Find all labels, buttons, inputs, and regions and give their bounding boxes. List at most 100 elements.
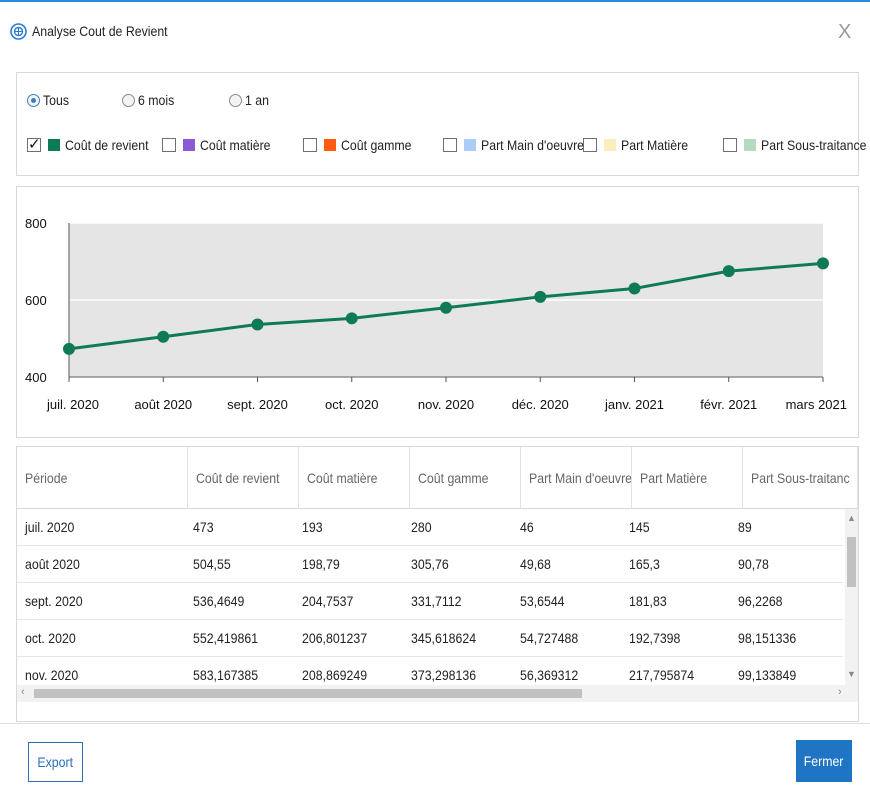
table-cell-value: 473 xyxy=(192,519,214,535)
table-cell: 280 xyxy=(403,509,512,545)
x-tick-label: oct. 2020 xyxy=(325,397,379,412)
column-header[interactable]: Part Matière xyxy=(632,447,743,509)
x-tick-label: déc. 2020 xyxy=(512,397,569,412)
table-cell: 99,133849 xyxy=(730,657,843,682)
table-cell: 198,79 xyxy=(294,546,403,582)
table-row[interactable]: juil. 2020 473 193 280 46 145 89 xyxy=(17,509,843,546)
table-cell-value: 305,76 xyxy=(410,556,449,572)
checkbox-label: Coût de revient xyxy=(65,137,149,153)
table-cell-value: 98,151336 xyxy=(738,630,797,646)
checkbox-part-matiere[interactable]: Part Matière xyxy=(583,135,697,155)
table-cell-value: 90,78 xyxy=(738,556,769,572)
column-header-label: Coût gamme xyxy=(418,470,489,486)
checkbox-label: Coût gamme xyxy=(341,137,412,153)
table-cell: 583,167385 xyxy=(185,657,294,682)
table-cell: 305,76 xyxy=(403,546,512,582)
table-cell-value: 54,727488 xyxy=(519,630,579,646)
y-tick-label: 800 xyxy=(25,216,47,231)
legend-swatch xyxy=(464,139,476,151)
radio-1-an[interactable]: 1 an xyxy=(229,91,272,109)
table-cell: nov. 2020 xyxy=(17,657,185,682)
column-header[interactable]: Coût gamme xyxy=(410,447,521,509)
checkbox-cout-matiere[interactable]: Coût matière xyxy=(162,135,280,155)
fermer-button-label: Fermer xyxy=(804,753,844,769)
table-cell: 373,298136 xyxy=(403,657,512,682)
table-cell-value: 280 xyxy=(410,519,432,535)
table-row[interactable]: nov. 2020 583,167385 208,869249 373,298136 5… xyxy=(17,657,843,682)
column-header-label: Part Matière xyxy=(640,470,708,486)
table-cell-value: 46 xyxy=(519,519,534,535)
scrollbar-thumb[interactable] xyxy=(847,537,856,587)
table-body: juil. 2020 473 193 280 46 145 89 août 2020 504,5… xyxy=(17,509,843,682)
table-cell: 53,6544 xyxy=(512,583,621,619)
close-icon[interactable]: X xyxy=(838,21,851,44)
checkbox-box xyxy=(27,135,41,153)
table-cell-value: 206,801237 xyxy=(301,630,368,646)
data-point xyxy=(628,282,641,295)
checkbox-label: Part Matière xyxy=(621,137,689,153)
y-tick-label: 400 xyxy=(25,370,47,385)
checkbox-label: Part Main d'oeuvre xyxy=(481,137,585,153)
data-point xyxy=(157,330,170,343)
table-cell: 204,7537 xyxy=(294,583,403,619)
column-header[interactable]: Part Main d'oeuvre xyxy=(521,447,632,509)
table-cell-value: 217,795874 xyxy=(629,667,695,682)
column-header[interactable]: Coût de revient xyxy=(188,447,299,509)
table-cell-value: 504,55 xyxy=(192,556,231,572)
data-point xyxy=(534,290,547,303)
vertical-scrollbar[interactable]: ▲ ▼ xyxy=(845,509,858,685)
table-cell-value: 198,79 xyxy=(301,556,340,572)
legend-swatch xyxy=(48,139,60,151)
table-cell: 206,801237 xyxy=(294,620,403,656)
data-point xyxy=(345,312,358,325)
table-cell-value: 181,83 xyxy=(629,593,667,609)
data-point xyxy=(251,318,264,331)
table-cell: 331,7112 xyxy=(403,583,512,619)
table-cell-value: 373,298136 xyxy=(410,667,477,682)
checkbox-cout-de-revient[interactable]: Coût de revient xyxy=(27,135,160,155)
x-tick-label: sept. 2020 xyxy=(227,397,288,412)
data-point xyxy=(817,257,829,270)
horizontal-scrollbar[interactable]: ‹ › xyxy=(17,685,858,702)
table-cell: 54,727488 xyxy=(512,620,621,656)
legend-swatch xyxy=(324,139,336,151)
table-cell: 49,68 xyxy=(512,546,621,582)
table-cell-value: 49,68 xyxy=(519,556,551,572)
scroll-down-icon[interactable]: ▼ xyxy=(847,669,856,679)
column-header[interactable]: Coût matière xyxy=(299,447,410,509)
scroll-left-icon[interactable]: ‹ xyxy=(21,686,25,698)
x-tick-label: mars 2021 xyxy=(786,397,847,412)
table-row[interactable]: sept. 2020 536,4649 204,7537 331,7112 53,654… xyxy=(17,583,843,620)
table-row[interactable]: oct. 2020 552,419861 206,801237 345,618624 5… xyxy=(17,620,843,657)
table-cell-value: 208,869249 xyxy=(301,667,368,682)
fermer-button[interactable]: Fermer xyxy=(796,740,852,782)
checkbox-part-sous-traitance[interactable]: Part Sous-traitance xyxy=(723,135,870,155)
column-header[interactable]: Part Sous-traitanc xyxy=(743,447,858,509)
table-cell-value: 165,3 xyxy=(629,556,660,572)
radio-6-mois[interactable]: 6 mois xyxy=(122,91,179,109)
export-button[interactable]: Export xyxy=(28,742,83,782)
table-header: Période Coût de revient Coût matière Coût g… xyxy=(17,447,858,509)
table-cell: 89 xyxy=(730,509,843,545)
table-cell: 46 xyxy=(512,509,621,545)
table-cell-value: juil. 2020 xyxy=(25,519,75,535)
table-cell-value: oct. 2020 xyxy=(25,630,76,646)
x-tick-label: juil. 2020 xyxy=(46,397,99,412)
column-header-label: Part Sous-traitanc xyxy=(751,470,850,486)
table-cell: 98,151336 xyxy=(730,620,843,656)
table-cell: juil. 2020 xyxy=(17,509,185,545)
x-tick-label: janv. 2021 xyxy=(604,397,664,412)
table-cell-value: 345,618624 xyxy=(410,630,477,646)
scroll-up-icon[interactable]: ▲ xyxy=(847,513,856,523)
footer-divider xyxy=(0,723,870,724)
table-cell-value: 204,7537 xyxy=(301,593,354,609)
x-tick-label: août 2020 xyxy=(134,397,192,412)
table-cell: août 2020 xyxy=(17,546,185,582)
checkbox-part-main-oeuvre[interactable]: Part Main d'oeuvre xyxy=(443,135,598,155)
checkbox-cout-gamme[interactable]: Coût gamme xyxy=(303,135,421,155)
table-row[interactable]: août 2020 504,55 198,79 305,76 49,68 165,3 90,… xyxy=(17,546,843,583)
scrollbar-thumb[interactable] xyxy=(34,689,582,698)
column-header[interactable]: Période xyxy=(17,447,188,509)
scroll-right-icon[interactable]: › xyxy=(838,686,842,698)
radio-tous[interactable]: Tous xyxy=(27,91,73,109)
